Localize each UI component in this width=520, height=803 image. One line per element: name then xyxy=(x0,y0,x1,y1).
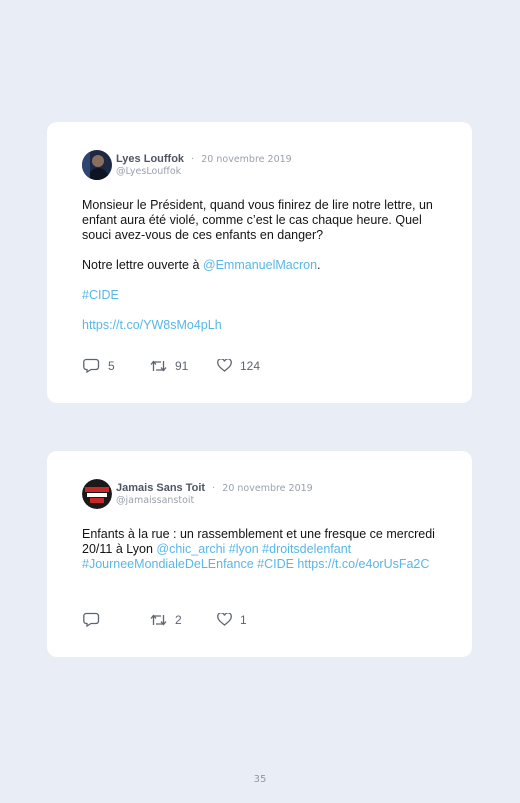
like-count: 1 xyxy=(240,612,247,627)
tweet-actions: 5 91 124 xyxy=(83,358,260,373)
retweet-count: 2 xyxy=(175,612,182,627)
like-count: 124 xyxy=(240,358,261,373)
tweet-paragraph: Notre lettre ouverte à @EmmanuelMacron. xyxy=(82,258,437,273)
reply-button[interactable]: 5 xyxy=(83,358,150,373)
author-handle[interactable]: @LyesLouffok xyxy=(116,166,292,178)
hashtag-link[interactable]: #CIDE xyxy=(82,288,119,302)
author-handle[interactable]: @jamaissanstoit xyxy=(116,495,313,507)
mention-link[interactable]: @EmmanuelMacron xyxy=(203,258,317,272)
page-number: 35 xyxy=(253,774,267,785)
like-button[interactable]: 124 xyxy=(217,359,260,373)
tweet-date[interactable]: 20 novembre 2019 xyxy=(201,154,291,165)
like-icon xyxy=(217,359,232,372)
retweet-button[interactable]: 91 xyxy=(150,359,217,373)
tweet-header: Jamais Sans Toit · 20 novembre 2019 @jam… xyxy=(82,479,437,509)
separator-dot: · xyxy=(212,482,216,494)
reply-icon xyxy=(83,358,100,373)
tweet-text: Enfants à la rue : un rassemblement et u… xyxy=(82,527,437,572)
text-prefix: Notre lettre ouverte à xyxy=(82,258,203,272)
author-name[interactable]: Lyes Louffok xyxy=(116,153,184,165)
reply-count: 5 xyxy=(108,358,115,373)
retweet-button[interactable]: 2 xyxy=(150,613,217,627)
like-icon xyxy=(217,613,232,626)
avatar[interactable] xyxy=(82,479,112,509)
tweet-header: Lyes Louffok · 20 novembre 2019 @LyesLou… xyxy=(82,150,437,180)
retweet-icon xyxy=(150,359,167,372)
tweet-date[interactable]: 20 novembre 2019 xyxy=(222,483,312,494)
tweet-actions: 2 1 xyxy=(83,612,247,627)
url-link[interactable]: https://t.co/YW8sMo4pLh xyxy=(82,318,222,332)
tweet-text: Monsieur le Président, quand vous finire… xyxy=(82,198,437,333)
tweet-card: Lyes Louffok · 20 novembre 2019 @LyesLou… xyxy=(47,122,472,403)
text-suffix: . xyxy=(317,258,321,272)
reply-button[interactable] xyxy=(83,612,150,627)
tweet-paragraph: Monsieur le Président, quand vous finire… xyxy=(82,198,433,242)
retweet-count: 91 xyxy=(175,358,189,373)
author-name[interactable]: Jamais Sans Toit xyxy=(116,482,205,494)
like-button[interactable]: 1 xyxy=(217,613,247,627)
tweet-card: Jamais Sans Toit · 20 novembre 2019 @jam… xyxy=(47,451,472,657)
separator-dot: · xyxy=(191,153,195,165)
retweet-icon xyxy=(150,613,167,626)
reply-icon xyxy=(83,612,100,627)
avatar[interactable] xyxy=(82,150,112,180)
